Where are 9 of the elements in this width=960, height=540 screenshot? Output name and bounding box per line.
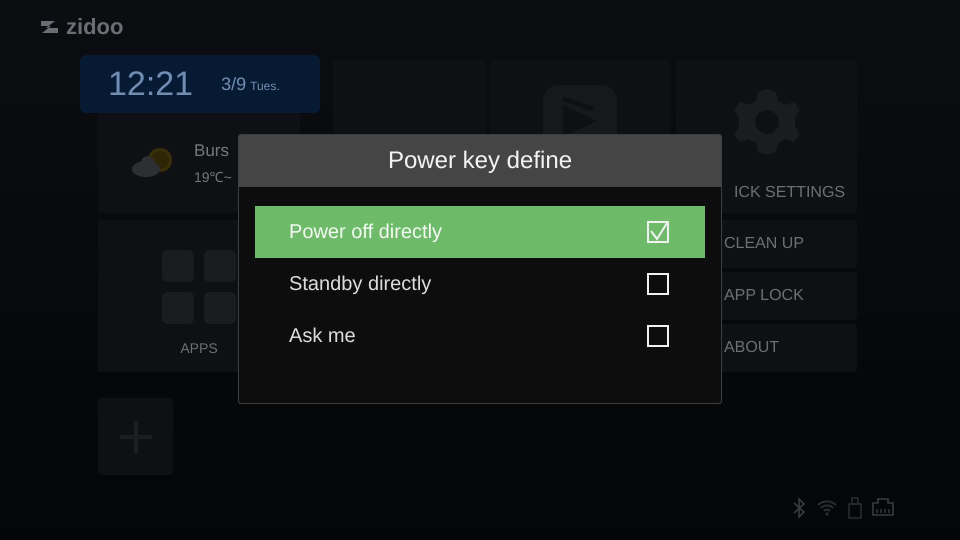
tile-label: ICK SETTINGS xyxy=(732,183,846,203)
clock-time: 12:21 xyxy=(108,67,194,101)
tile-label: APPS xyxy=(180,339,218,358)
logo: zidoo xyxy=(38,16,124,38)
temperature: 19℃~ xyxy=(194,168,232,188)
weekday: Tues. xyxy=(250,78,280,92)
dialog-title: Power key define xyxy=(239,135,721,187)
city-name: Burs xyxy=(194,140,230,162)
clock-date: 3/9 xyxy=(221,74,246,94)
